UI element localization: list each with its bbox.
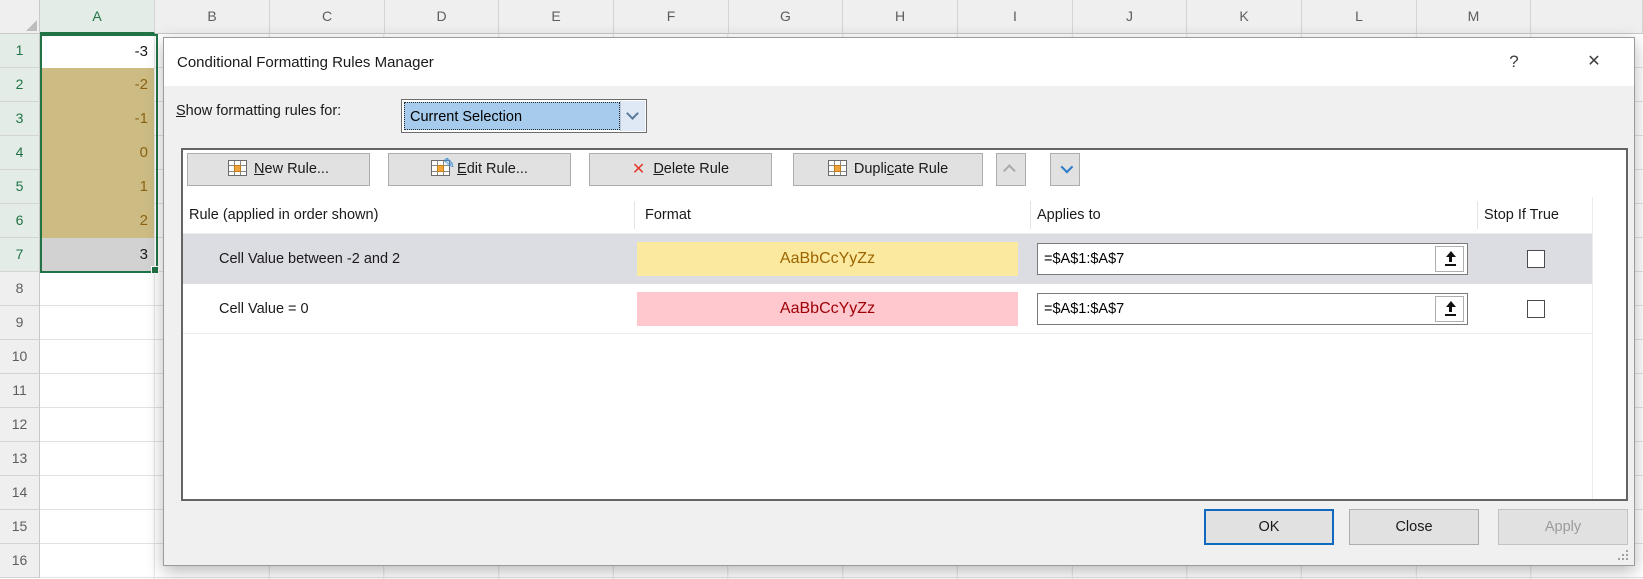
rules-list-header: Rule (applied in order shown) Format App… (183, 197, 1592, 234)
column-header-E[interactable]: E (499, 0, 614, 34)
show-rules-label: Show formatting rules for: (176, 94, 341, 128)
close-button[interactable]: Close (1349, 509, 1479, 545)
collapse-dialog-button[interactable] (1435, 296, 1464, 322)
select-all-corner[interactable] (0, 0, 40, 34)
header-separator (634, 201, 635, 229)
move-rule-down-button[interactable] (1050, 153, 1080, 186)
applies-to-input[interactable] (1037, 293, 1468, 325)
show-rules-label-rest: how formatting rules for: (186, 103, 342, 119)
column-header-I[interactable]: I (958, 0, 1073, 34)
column-header-M[interactable]: M (1417, 0, 1531, 34)
header-format: Format (645, 197, 691, 234)
row-header-4[interactable]: 4 (0, 136, 40, 170)
column-header-A[interactable]: A (40, 0, 155, 34)
cell-A5[interactable]: 1 (41, 170, 154, 204)
chevron-down-icon (1060, 161, 1073, 174)
conditional-formatting-rules-manager-dialog: Conditional Formatting Rules Manager ? ✕… (163, 37, 1635, 566)
show-rules-dropdown[interactable]: Current Selection (401, 99, 647, 133)
new-rule-button[interactable]: New Rule... (187, 153, 370, 186)
cell-A7[interactable]: 3 (41, 238, 154, 272)
excel-window: A B C D E F G H I J K L M 1 2 3 4 5 6 7 … (0, 0, 1643, 579)
column-header-F[interactable]: F (614, 0, 729, 34)
rule-name: Cell Value between -2 and 2 (219, 234, 400, 284)
rules-list: Rule (applied in order shown) Format App… (183, 197, 1593, 499)
rules-panel: New Rule... ✎Edit Rule... ✕Delete Rule D… (181, 148, 1628, 501)
range-picker-icon (1444, 251, 1457, 267)
cell-A3[interactable]: -1 (41, 102, 154, 136)
rule-row-1[interactable]: Cell Value between -2 and 2 AaBbCcYyZz (183, 234, 1592, 284)
duplicate-rule-button[interactable]: Duplicate Rule (793, 153, 983, 186)
row-header-10[interactable]: 10 (0, 340, 40, 374)
fill-handle[interactable] (151, 266, 159, 274)
row-header-3[interactable]: 3 (0, 102, 40, 136)
move-rule-up-button[interactable] (996, 153, 1026, 186)
dialog-title: Conditional Formatting Rules Manager (177, 38, 434, 86)
ok-button[interactable]: OK (1204, 509, 1334, 545)
resize-grip-icon[interactable] (1615, 547, 1628, 560)
column-header-C[interactable]: C (270, 0, 385, 34)
column-header-J[interactable]: J (1073, 0, 1187, 34)
chevron-up-icon (1003, 164, 1016, 177)
new-rule-table-icon (228, 160, 247, 176)
close-icon[interactable]: ✕ (1574, 38, 1614, 86)
chevron-down-icon (626, 107, 639, 120)
apply-button: Apply (1498, 509, 1628, 545)
header-applies-to: Applies to (1037, 197, 1101, 234)
stop-if-true-checkbox[interactable] (1527, 300, 1545, 318)
edit-rule-pencil-icon: ✎ (431, 160, 450, 176)
format-preview: AaBbCcYyZz (637, 292, 1018, 326)
header-separator (1030, 201, 1031, 229)
column-header-G[interactable]: G (729, 0, 843, 34)
header-separator (1477, 201, 1478, 229)
applies-to-input[interactable] (1037, 243, 1468, 275)
stop-if-true-checkbox[interactable] (1527, 250, 1545, 268)
row-header-6[interactable]: 6 (0, 204, 40, 238)
column-header-K[interactable]: K (1187, 0, 1302, 34)
column-header-B[interactable]: B (155, 0, 270, 34)
dropdown-selected-value: Current Selection (404, 102, 620, 130)
cell-A6[interactable]: 2 (41, 204, 154, 238)
row-header-1[interactable]: 1 (0, 34, 40, 68)
cell-A4[interactable]: 0 (41, 136, 154, 170)
row-header-12[interactable]: 12 (0, 408, 40, 442)
row-header-7[interactable]: 7 (0, 238, 40, 272)
select-all-triangle-icon (26, 20, 37, 31)
cell-A1[interactable]: -3 (41, 35, 154, 68)
delete-rule-button[interactable]: ✕Delete Rule (589, 153, 772, 186)
rule-name: Cell Value = 0 (219, 284, 309, 334)
row-header-13[interactable]: 13 (0, 442, 40, 476)
collapse-dialog-button[interactable] (1435, 246, 1464, 272)
column-header-partial[interactable] (1531, 0, 1643, 34)
row-header-11[interactable]: 11 (0, 374, 40, 408)
row-header-15[interactable]: 15 (0, 510, 40, 544)
row-header-14[interactable]: 14 (0, 476, 40, 510)
header-stop-if-true: Stop If True (1484, 197, 1559, 234)
edit-rule-button[interactable]: ✎Edit Rule... (388, 153, 571, 186)
column-header-H[interactable]: H (843, 0, 958, 34)
rule-row-2[interactable]: Cell Value = 0 AaBbCcYyZz (183, 284, 1592, 334)
header-rule: Rule (applied in order shown) (189, 197, 378, 234)
show-rules-label-accel: S (176, 103, 186, 119)
row-header-9[interactable]: 9 (0, 306, 40, 340)
help-icon[interactable]: ? (1494, 38, 1534, 86)
cell-A2[interactable]: -2 (41, 68, 154, 102)
row-header-16[interactable]: 16 (0, 544, 40, 578)
row-header-5[interactable]: 5 (0, 170, 40, 204)
delete-x-icon: ✕ (632, 161, 645, 178)
dialog-titlebar[interactable]: Conditional Formatting Rules Manager ? ✕ (164, 38, 1634, 86)
row-header-8[interactable]: 8 (0, 272, 40, 306)
row-header-2[interactable]: 2 (0, 68, 40, 102)
range-picker-icon (1444, 301, 1457, 317)
column-header-D[interactable]: D (385, 0, 499, 34)
duplicate-rule-table-icon (828, 160, 847, 176)
dropdown-chevron-zone[interactable] (620, 101, 645, 131)
format-preview: AaBbCcYyZz (637, 242, 1018, 276)
column-header-L[interactable]: L (1302, 0, 1417, 34)
